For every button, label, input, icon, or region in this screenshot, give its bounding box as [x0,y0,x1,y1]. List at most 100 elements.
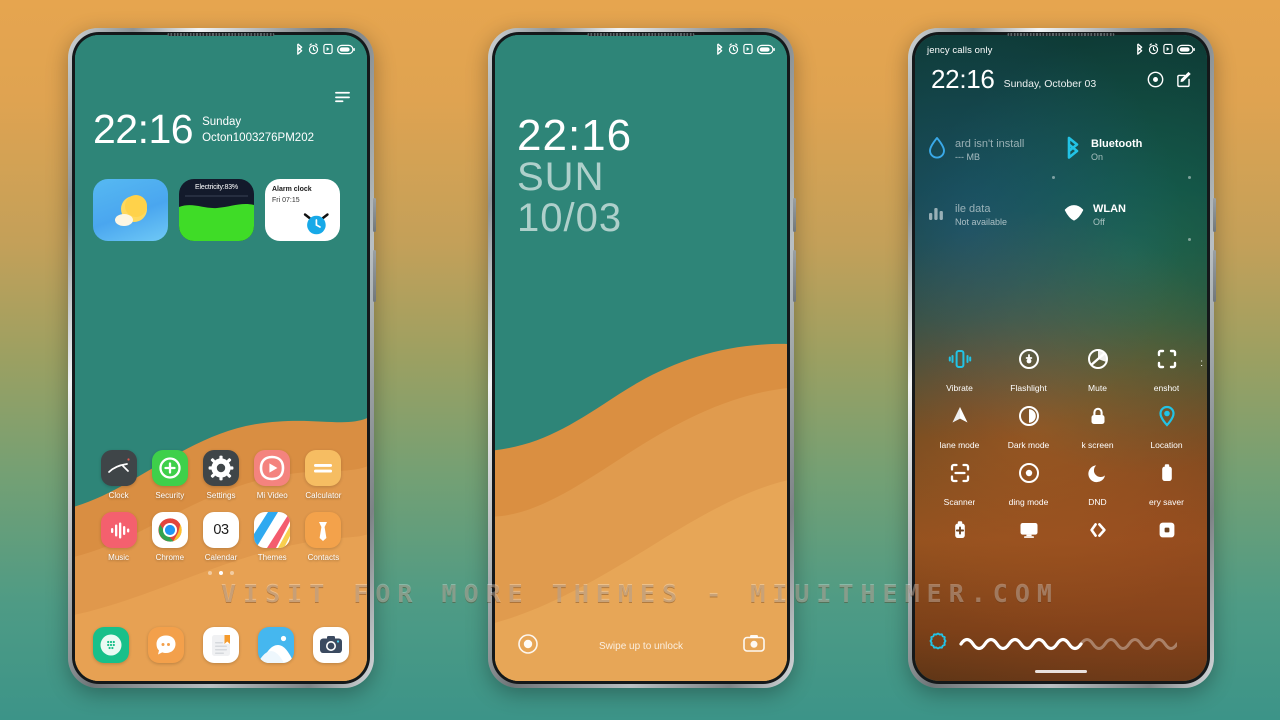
bluetooth-tile[interactable]: Bluetooth On [1063,135,1199,179]
lock-date: 10/03 [517,195,623,240]
settings-circle-icon[interactable] [1147,71,1164,93]
qs-row-2: lane mode Dark mode k screen Location [925,404,1201,450]
power-button[interactable] [793,198,796,232]
moon-icon [1086,461,1110,490]
qs-airplane-mode[interactable]: lane mode [925,404,994,450]
app-contacts[interactable]: Contacts [298,512,349,562]
app-chrome[interactable]: Chrome [144,512,195,562]
qs-dark-mode[interactable]: Dark mode [994,404,1063,450]
page-dot[interactable] [230,571,234,575]
qs-sync[interactable] [1063,518,1132,554]
power-button[interactable] [1213,198,1216,232]
qs-lock-screen[interactable]: k screen [1063,404,1132,450]
calendar-day: 03 [213,522,229,538]
data-usage-title: ard isn't install [955,137,1025,150]
qs-label: Scanner [943,497,976,507]
app-clock[interactable]: Clock [93,450,144,500]
qs-label: k screen [1081,440,1114,450]
notes-icon[interactable] [203,627,239,663]
volume-button[interactable] [1213,250,1216,302]
volume-button[interactable] [793,250,796,302]
qs-second-space[interactable] [1132,518,1201,554]
home-weekday: Sunday [202,116,242,128]
home-widget-row: Electricity:83% Alarm clock Fri 07:15 [93,179,349,241]
qs-location[interactable]: Location [1132,404,1201,450]
more-indicator[interactable]: : [1200,359,1203,369]
qs-label: Flashlight [1010,383,1047,393]
qs-battery-saver[interactable]: ery saver [1132,461,1201,507]
app-calculator[interactable]: Calculator [298,450,349,500]
volume-button[interactable] [373,250,376,302]
battery-widget[interactable]: Electricity:83% [179,179,254,241]
qs-label: enshot [1153,383,1180,393]
app-label: Chrome [155,553,185,562]
lock-time: 22:16 [517,111,633,160]
app-themes[interactable]: Themes [247,512,298,562]
qs-cast-screen[interactable] [994,518,1063,554]
qs-dnd[interactable]: DND [1063,461,1132,507]
calendar-icon: 03 [203,512,239,548]
home-date-line: Octon1003276PM202 [202,132,314,145]
brightness-slider[interactable] [929,632,1193,655]
sync-icon [1086,518,1110,547]
home-indicator-bar[interactable] [1035,669,1087,673]
earpiece-speaker-icon [587,33,695,36]
lock-screen-icon [1086,404,1110,433]
qs-scanner[interactable]: Scanner [925,461,994,507]
brightness-icon[interactable] [929,632,947,655]
power-button[interactable] [373,198,376,232]
flashlight-icon [1017,347,1041,376]
gallery-icon[interactable] [258,627,294,663]
app-label: Mi Video [256,491,288,500]
app-music[interactable]: Music [93,512,144,562]
qs-reading-mode[interactable]: ding mode [994,461,1063,507]
qs-label: ery saver [1149,497,1184,507]
alarm-widget[interactable]: Alarm clock Fri 07:15 [265,179,340,241]
camera-icon[interactable] [743,634,765,658]
app-calendar[interactable]: 03 Calendar [195,512,246,562]
tile-page-dot [1187,175,1191,179]
qs-vibrate[interactable]: Vibrate [925,347,994,393]
qs-mute[interactable]: Mute [1063,347,1132,393]
dialer-icon[interactable] [93,627,129,663]
earpiece-speaker-icon [167,33,275,36]
lock-weekday: SUN [517,154,605,199]
qs-label: Location [1150,440,1183,450]
messages-icon[interactable] [148,627,184,663]
qs-screenshot[interactable]: enshot : [1132,347,1203,393]
dnd-icon [743,42,753,60]
wlan-tile[interactable]: WLAN Off [1063,203,1199,242]
edit-icon[interactable] [1176,71,1193,93]
mobile-data-tile[interactable]: ile data Not available [927,203,1063,228]
home-dock [87,627,355,663]
location-pin-icon [1155,404,1179,433]
hamburger-icon[interactable] [334,90,351,108]
camera-icon[interactable] [313,627,349,663]
data-usage-tile[interactable]: ard isn't install --- MB [927,135,1063,179]
play-icon [254,450,291,486]
app-settings[interactable]: Settings [195,450,246,500]
flashlight-icon[interactable] [517,633,539,660]
qs-flashlight[interactable]: Flashlight [994,347,1063,393]
app-security[interactable]: Security [144,450,195,500]
alarm-icon [1148,42,1159,60]
bluetooth-tile-text: Bluetooth On [1091,138,1142,163]
app-mi-video[interactable]: Mi Video [247,450,298,500]
shade-tile-row-1: ard isn't install --- MB Bluetooth On [927,135,1199,179]
second-space-icon [1155,518,1179,547]
wifi-icon [1063,203,1085,228]
cast-screen-icon [1017,518,1041,547]
brightness-wave[interactable] [959,633,1177,655]
page-dot[interactable] [208,571,212,575]
app-label: Themes [257,553,287,562]
lock-clock-widget[interactable]: 22:16 SUN 10/03 [517,111,633,240]
page-dot-active[interactable] [219,571,223,575]
bluetooth-icon [295,42,304,60]
weather-widget[interactable] [93,179,168,241]
qs-label: Mute [1088,383,1107,393]
qs-ultra-battery-saver[interactable] [925,518,994,554]
alarm-icon [308,42,319,60]
home-clock-widget[interactable]: 22:16 Sunday Octon1003276PM202 [93,108,353,149]
airplane-icon [948,404,972,433]
shade-tile-row-2: ile data Not available WLAN Off [927,203,1199,242]
